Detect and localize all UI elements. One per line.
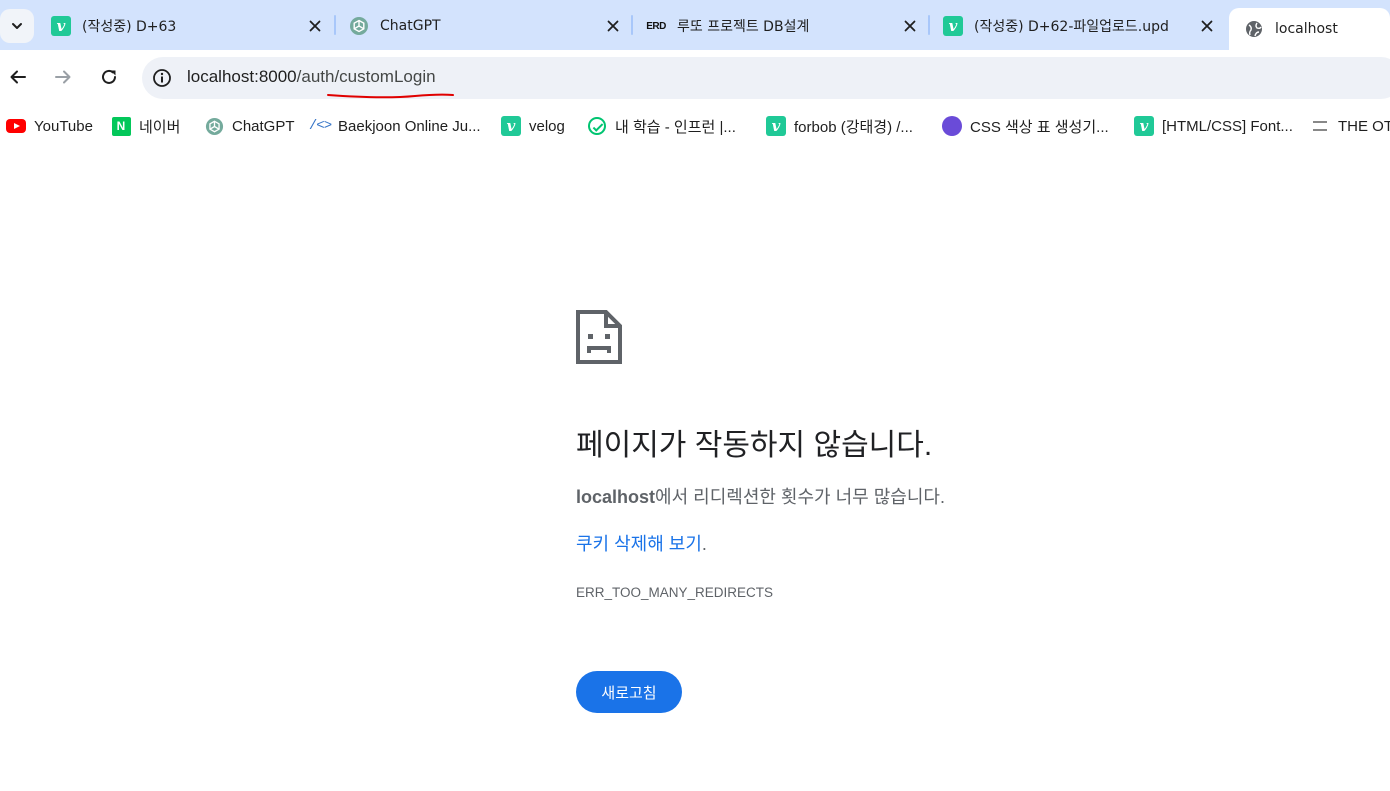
code-icon: /<> (308, 118, 332, 134)
site-info-button[interactable] (150, 66, 174, 90)
velog-icon: v (943, 16, 963, 36)
bookmark-label: 네이버 (139, 118, 181, 136)
naver-icon: N (111, 116, 131, 136)
css-icon (942, 116, 962, 136)
suggestion-period: . (701, 534, 707, 554)
bookmark-label: ChatGPT (232, 117, 295, 135)
bookmark-inflearn[interactable]: 내 학습 - 인프런 |... (587, 115, 736, 137)
tab-search-button[interactable] (0, 9, 34, 43)
velog-icon: v (51, 16, 71, 36)
velog-icon: v (501, 116, 521, 136)
bookmark-baekjoon[interactable]: /<> Baekjoon Online Ju... (308, 115, 481, 137)
bookmark-css-color[interactable]: CSS 색상 표 생성기... (942, 115, 1109, 137)
tab-strip: v (작성중) D+63 ChatGPT ERD 루또 프로젝트 DB설계 v … (0, 0, 1390, 50)
tab-erd-db[interactable]: ERD 루또 프로젝트 DB설계 (631, 9, 927, 43)
error-heading: 페이지가 작동하지 않습니다. (576, 429, 933, 462)
bookmark-icon (1310, 116, 1330, 136)
youtube-icon (6, 116, 26, 136)
erd-icon: ERD (646, 20, 666, 32)
reload-page-button[interactable]: 새로고침 (576, 671, 682, 713)
bookmark-label: forbob (강태경) /... (794, 118, 913, 136)
tab-velog-d62[interactable]: v (작성중) D+62-파일업로드.upd (928, 9, 1224, 43)
tab-chatgpt[interactable]: ChatGPT (334, 9, 630, 43)
bookmark-label: CSS 색상 표 생성기... (970, 118, 1109, 136)
tab-title: (작성중) D+63 (82, 19, 177, 35)
tab-title: ChatGPT (380, 18, 441, 34)
bookmark-youtube[interactable]: YouTube (6, 115, 93, 137)
annotation-underline (327, 93, 454, 99)
back-button[interactable] (4, 63, 32, 91)
arrow-right-icon (55, 70, 71, 84)
tab-velog-d63[interactable]: v (작성중) D+63 (36, 9, 332, 43)
url-path: /auth/customLogin (296, 67, 436, 86)
tab-title: (작성중) D+62-파일업로드.upd (974, 19, 1169, 35)
bookmark-label: THE OTH (1338, 117, 1390, 135)
tab-close-button[interactable] (1196, 15, 1218, 37)
tab-title: localhost (1275, 21, 1338, 37)
error-message: 에서 리디렉션한 횟수가 너무 많습니다. (655, 487, 945, 507)
bookmark-naver[interactable]: N 네이버 (111, 115, 180, 137)
error-suggestion: 쿠키 삭제해 보기. (576, 530, 707, 556)
sad-page-icon (576, 310, 622, 364)
velog-icon: v (1134, 116, 1154, 136)
close-icon (607, 20, 619, 32)
bookmark-forbob[interactable]: v forbob (강태경) /... (766, 115, 913, 137)
forward-button[interactable] (49, 63, 77, 91)
close-icon (1201, 20, 1213, 32)
bookmark-label: Baekjoon Online Ju... (338, 117, 481, 135)
bookmark-label: YouTube (34, 117, 93, 135)
chatgpt-icon (349, 16, 369, 36)
error-code: ERR_TOO_MANY_REDIRECTS (576, 585, 774, 600)
error-summary: localhost에서 리디렉션한 횟수가 너무 많습니다. (576, 483, 945, 509)
bookmark-velog[interactable]: v velog (501, 115, 565, 137)
chevron-down-icon (12, 23, 22, 29)
reload-button[interactable] (95, 63, 123, 91)
tab-close-button[interactable] (899, 15, 921, 37)
url-host: localhost:8000 (187, 67, 297, 86)
close-icon (309, 20, 321, 32)
bookmarks-bar: YouTube N 네이버 ChatGPT /<> Baekjoon Onlin… (0, 106, 1390, 146)
error-host: localhost (576, 487, 656, 507)
tab-close-button[interactable] (304, 15, 326, 37)
bookmark-label: velog (529, 117, 565, 135)
bookmark-the-other[interactable]: THE OTH (1310, 115, 1390, 137)
tab-localhost-active[interactable]: localhost (1229, 8, 1390, 50)
chatgpt-icon (204, 116, 224, 136)
arrow-left-icon (10, 70, 26, 84)
url-text[interactable]: localhost:8000/auth/customLogin (187, 67, 436, 87)
globe-icon (1244, 19, 1264, 39)
bookmark-label: 내 학습 - 인프런 |... (615, 118, 736, 136)
inflearn-icon (587, 116, 607, 136)
velog-icon: v (766, 116, 786, 136)
close-icon (904, 20, 916, 32)
reload-icon (102, 69, 116, 84)
clear-cookies-link[interactable]: 쿠키 삭제해 보기 (576, 534, 702, 554)
tab-close-button[interactable] (602, 15, 624, 37)
bookmark-html-css-font[interactable]: v [HTML/CSS] Font... (1134, 115, 1293, 137)
navigation-toolbar: localhost:8000/auth/customLogin (0, 50, 1390, 106)
bookmark-label: [HTML/CSS] Font... (1162, 117, 1293, 135)
info-icon (153, 69, 171, 87)
tab-title: 루또 프로젝트 DB설계 (677, 19, 810, 35)
bookmark-chatgpt[interactable]: ChatGPT (204, 115, 295, 137)
